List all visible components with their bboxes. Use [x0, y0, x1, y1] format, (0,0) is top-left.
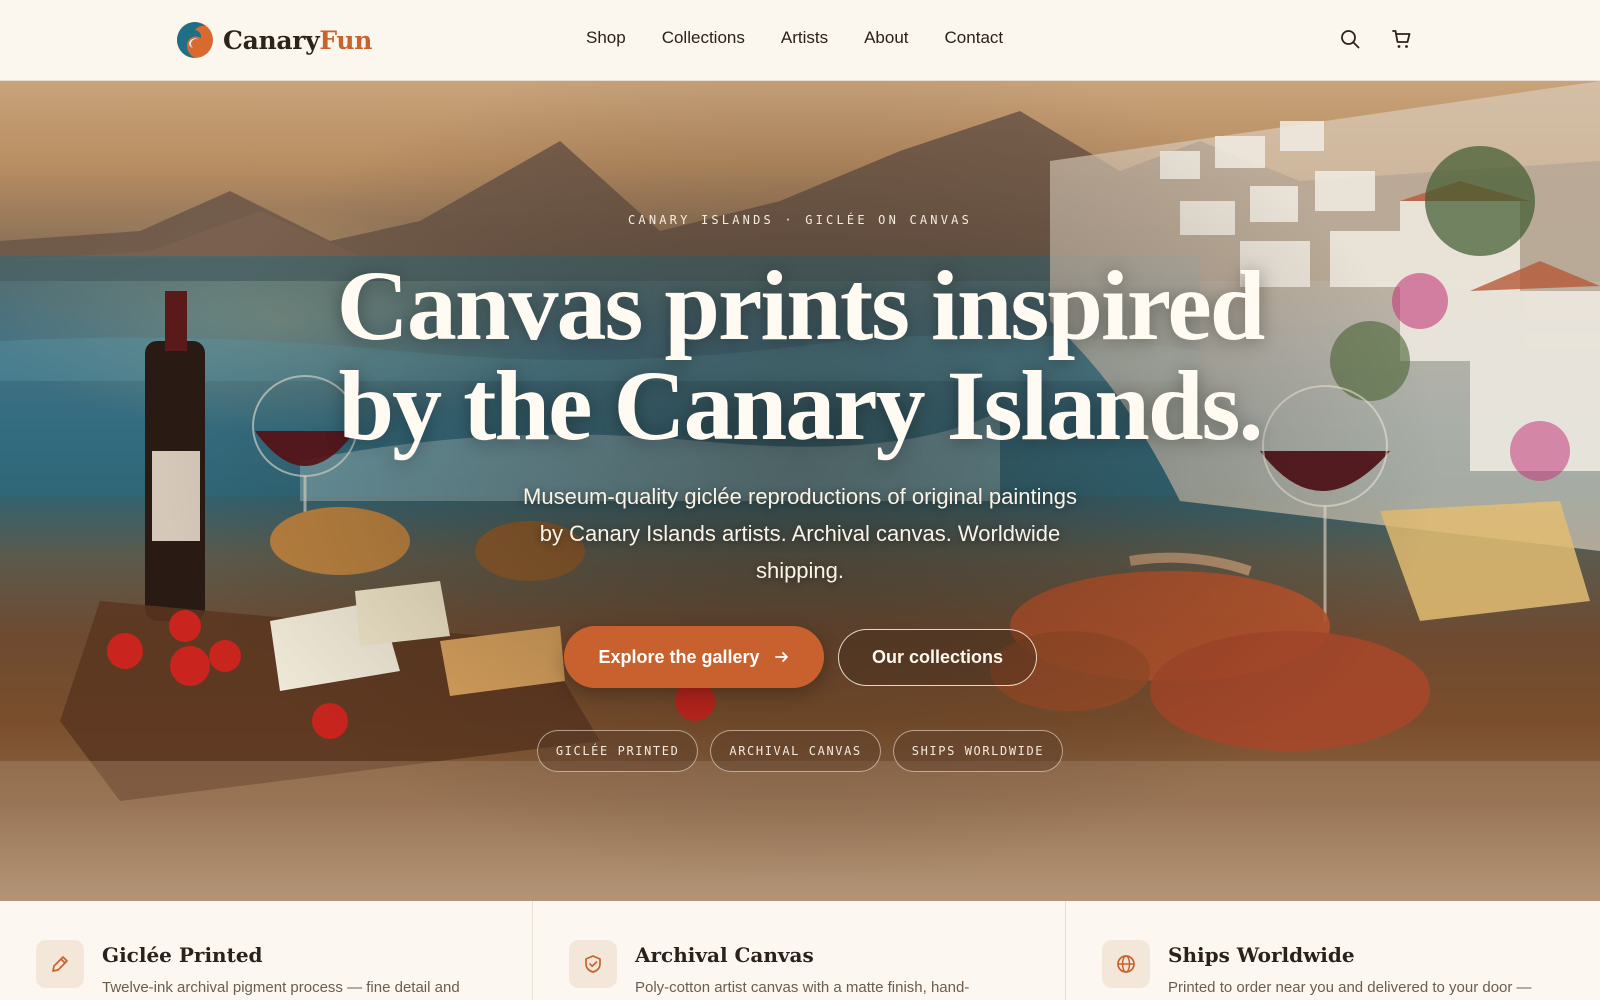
- our-collections-button[interactable]: Our collections: [838, 629, 1037, 686]
- feature-description: Printed to order near you and delivered …: [1168, 979, 1532, 996]
- arrow-right-icon: [774, 652, 788, 662]
- globe-icon: [1102, 940, 1150, 988]
- brand-name-part1: Canary: [223, 25, 320, 55]
- main-menu: Shop Collections Artists About Contact: [586, 28, 1003, 48]
- nav-actions: [1338, 27, 1414, 51]
- nav-link-about[interactable]: About: [864, 28, 908, 48]
- feature-ships-worldwide: Ships Worldwide Printed to order near yo…: [1066, 901, 1600, 1000]
- cart-icon[interactable]: [1390, 27, 1414, 51]
- feature-description: Poly-cotton artist canvas with a matte f…: [635, 979, 970, 996]
- hero-badges: GICLÉE PRINTED ARCHIVAL CANVAS SHIPS WOR…: [0, 730, 1600, 772]
- brush-icon: [36, 940, 84, 988]
- hero-subtitle: Museum-quality giclée reproductions of o…: [523, 484, 1077, 583]
- nav-link-contact[interactable]: Contact: [945, 28, 1004, 48]
- hero-headline-line1: Canvas prints inspired: [336, 250, 1266, 361]
- hero-headline-line2: by the Canary Islands.: [338, 350, 1264, 461]
- nav-link-artists[interactable]: Artists: [781, 28, 828, 48]
- brand-name: CanaryFun: [223, 26, 372, 55]
- feature-title: Giclée Printed: [102, 943, 263, 967]
- explore-gallery-button[interactable]: Explore the gallery: [564, 626, 824, 688]
- nav-link-shop[interactable]: Shop: [586, 28, 626, 48]
- brand-logo[interactable]: CanaryFun: [175, 18, 372, 62]
- feature-archival-canvas: Archival Canvas Poly-cotton artist canva…: [533, 901, 1066, 1000]
- hero-eyebrow: CANARY ISLANDS · GICLÉE ON CANVAS: [627, 213, 972, 227]
- brand-name-part2: Fun: [319, 25, 373, 55]
- badge-ships-worldwide: SHIPS WORLDWIDE: [892, 730, 1064, 772]
- search-icon[interactable]: [1338, 27, 1362, 51]
- hero-headline: Canvas prints inspired by the Canary Isl…: [0, 256, 1600, 456]
- hero-section: CANARY ISLANDS · GICLÉE ON CANVAS Canvas…: [0, 81, 1600, 901]
- badge-archival-canvas: ARCHIVAL CANVAS: [710, 730, 881, 772]
- shield-check-icon: [569, 940, 617, 988]
- explore-gallery-label: Explore the gallery: [598, 646, 760, 667]
- top-navigation: CanaryFun Shop Collections Artists About…: [0, 0, 1600, 81]
- features-strip: Giclée Printed Twelve-ink archival pigme…: [0, 901, 1600, 1000]
- badge-giclee-printed: GICLÉE PRINTED: [536, 730, 699, 772]
- wave-logo-icon: [177, 22, 213, 58]
- feature-description: Twelve-ink archival pigment process — fi…: [102, 979, 460, 996]
- feature-title: Archival Canvas: [635, 943, 814, 967]
- nav-link-collections[interactable]: Collections: [662, 28, 745, 48]
- feature-giclee-printed: Giclée Printed Twelve-ink archival pigme…: [0, 901, 533, 1000]
- feature-title: Ships Worldwide: [1168, 943, 1355, 967]
